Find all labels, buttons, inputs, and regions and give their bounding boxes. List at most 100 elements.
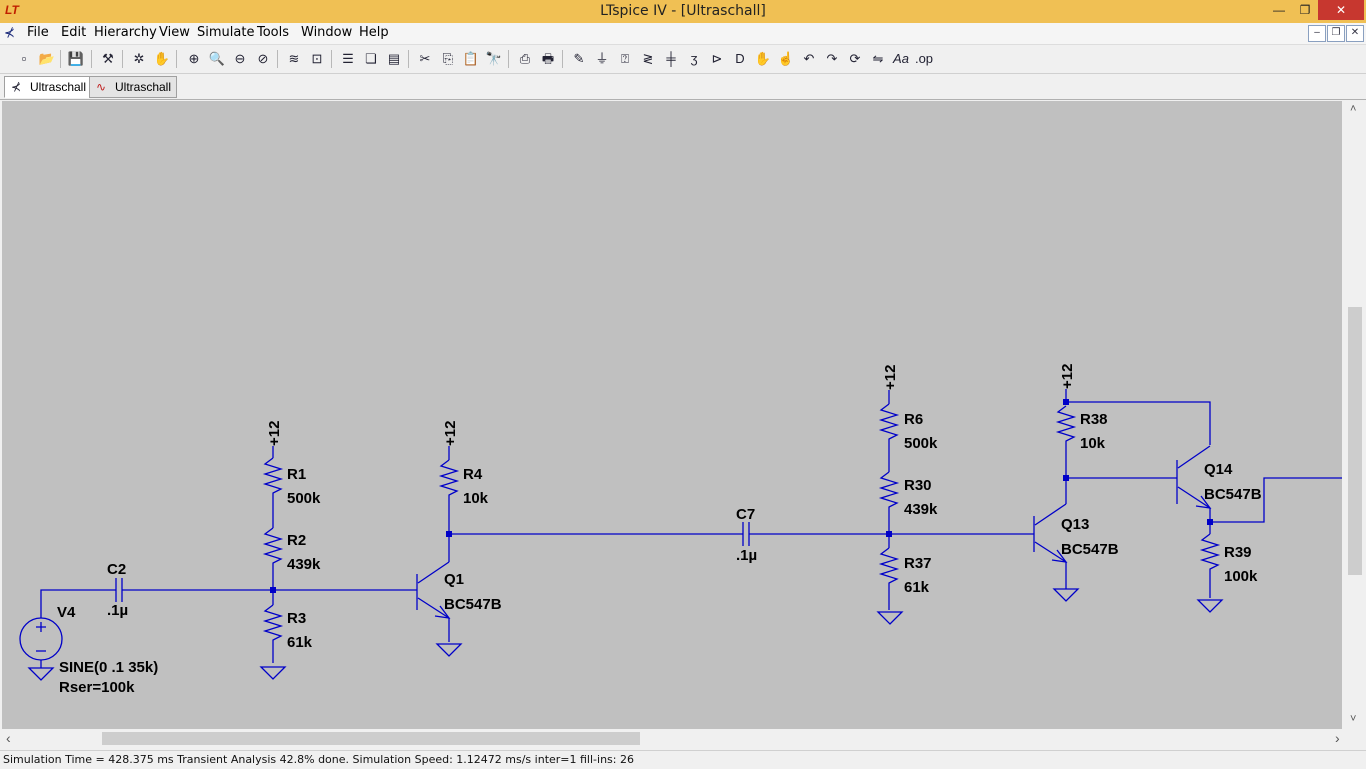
tab-schematic[interactable]: ⊀ Ultraschall (4, 76, 93, 98)
capacitor-c2 (115, 578, 123, 602)
cascade-icon[interactable]: ❏ (361, 49, 381, 69)
resistor-r1 (262, 457, 284, 528)
label-r4-name: R4 (463, 466, 483, 483)
tab-waveform[interactable]: ∿ Ultraschall (89, 76, 178, 98)
diode-icon[interactable]: ⊳ (707, 49, 727, 69)
spice-directive-icon[interactable]: .op (914, 49, 934, 69)
horizontal-scroll-thumb[interactable] (102, 732, 640, 745)
cut-icon[interactable]: ✂ (415, 49, 435, 69)
label-r3-value: 61k (287, 634, 313, 651)
tile-vertical-icon[interactable]: ▤ (384, 49, 404, 69)
save-icon[interactable]: 💾 (66, 49, 86, 69)
text-icon[interactable]: Aa (891, 49, 911, 69)
menu-edit[interactable]: Edit (61, 25, 86, 40)
menu-file[interactable]: File (27, 25, 49, 40)
junction-dot (886, 531, 892, 537)
toolbar-separator (122, 50, 123, 68)
label-net-icon[interactable]: ⍰ (615, 49, 635, 69)
zoom-area-icon[interactable]: 🔍 (207, 49, 227, 69)
zoom-fit-icon[interactable]: ⊡ (307, 49, 327, 69)
component-icon[interactable]: D (730, 49, 750, 69)
find-icon[interactable]: 🔭 (484, 49, 504, 69)
vertical-scroll-thumb[interactable] (1348, 307, 1362, 575)
label-r3-name: R3 (287, 610, 306, 627)
inductor-icon[interactable]: ʒ (684, 49, 704, 69)
ground-icon[interactable]: ⏚ (592, 49, 612, 69)
schematic-canvas[interactable]: +12 +12 +12 +12 R1 500k R2 439k R3 61k R… (2, 101, 1342, 729)
ground-symbol (1052, 588, 1080, 602)
zoom-in-icon[interactable]: ⊕ (184, 49, 204, 69)
mdi-close-button[interactable]: ✕ (1346, 25, 1364, 42)
label-q14-value: BC547B (1204, 486, 1262, 503)
junction-dot (1207, 519, 1213, 525)
zoom-cancel-icon[interactable]: ⊘ (253, 49, 273, 69)
label-r37-name: R37 (904, 555, 932, 572)
menu-tools[interactable]: Tools (257, 25, 289, 40)
schematic-icon: ⊀ (11, 80, 22, 94)
undo-icon[interactable]: ↶ (799, 49, 819, 69)
label-c2-name: C2 (107, 561, 126, 578)
label-r6-name: R6 (904, 411, 923, 428)
menu-simulate[interactable]: Simulate (197, 25, 254, 40)
schematic-drawing[interactable]: +12 +12 +12 +12 R1 500k R2 439k R3 61k R… (2, 101, 1342, 729)
menu-help[interactable]: Help (359, 25, 389, 40)
new-schematic-icon[interactable]: ▫ (14, 49, 34, 69)
label-r6-value: 500k (904, 435, 938, 452)
run-icon[interactable]: ✲ (129, 49, 149, 69)
label-r30-name: R30 (904, 477, 932, 494)
tile-horizontal-icon[interactable]: ☰ (338, 49, 358, 69)
rotate-icon[interactable]: ⟳ (845, 49, 865, 69)
move-icon[interactable]: ✋ (753, 49, 773, 69)
print-icon[interactable]: 🖶 (538, 49, 558, 69)
capacitor-c7 (742, 522, 750, 546)
control-panel-icon[interactable]: ⚒ (98, 49, 118, 69)
draw-wire-icon[interactable]: ✎ (569, 49, 589, 69)
autorange-icon[interactable]: ≋ (284, 49, 304, 69)
menu-hierarchy[interactable]: Hierarchy (94, 25, 157, 40)
scroll-left-icon[interactable]: ‹ (6, 730, 11, 746)
redo-icon[interactable]: ↷ (822, 49, 842, 69)
menu-window[interactable]: Window (301, 25, 352, 40)
drag-icon[interactable]: ☝ (776, 49, 796, 69)
label-r4-value: 10k (463, 490, 489, 507)
schematic-doc-icon[interactable]: ⊀ (4, 25, 15, 41)
scroll-down-icon[interactable]: ˅ (1350, 713, 1356, 725)
junction-dot (446, 531, 452, 537)
label-c7-value: .1µ (736, 547, 757, 564)
ground-symbol (876, 611, 904, 625)
pan-hand-icon[interactable]: ✋ (152, 49, 172, 69)
label-r38-value: 10k (1080, 435, 1106, 452)
waveform-icon: ∿ (96, 80, 107, 94)
paste-icon[interactable]: 📋 (461, 49, 481, 69)
capacitor-icon[interactable]: ╪ (661, 49, 681, 69)
resistor-icon[interactable]: ≷ (638, 49, 658, 69)
label-r39-name: R39 (1224, 544, 1252, 561)
restore-button[interactable]: ❐ (1292, 0, 1318, 20)
label-q1-name: Q1 (444, 571, 464, 588)
mdi-minimize-button[interactable]: – (1308, 25, 1326, 42)
minimize-button[interactable]: — (1266, 0, 1292, 20)
close-button[interactable]: ✕ (1318, 0, 1364, 20)
scroll-up-icon[interactable]: ˄ (1350, 103, 1356, 115)
horizontal-scrollbar[interactable]: ‹ › (2, 730, 1346, 747)
mdi-restore-button[interactable]: ❐ (1327, 25, 1345, 42)
plus-sign (36, 622, 46, 632)
ground-symbol (435, 643, 463, 657)
menu-view[interactable]: View (159, 25, 190, 40)
label-q1-value: BC547B (444, 596, 502, 613)
mirror-icon[interactable]: ⇋ (868, 49, 888, 69)
print-preview-icon[interactable]: ⎙ (515, 49, 535, 69)
copy-icon[interactable]: ⎘ (438, 49, 458, 69)
zoom-out-icon[interactable]: ⊖ (230, 49, 250, 69)
toolbar-separator (508, 50, 509, 68)
resistor-r3 (262, 604, 284, 663)
label-v4-rser: Rser=100k (59, 679, 135, 696)
label-r1-name: R1 (287, 466, 306, 483)
ground-symbol (1196, 599, 1224, 613)
document-tabs: ⊀ Ultraschall ∿ Ultraschall (0, 74, 1366, 100)
vertical-scrollbar[interactable]: ˄ ˅ (1346, 101, 1364, 729)
toolbar-separator (60, 50, 61, 68)
open-icon[interactable]: 📂 (37, 49, 57, 69)
scroll-right-icon[interactable]: › (1335, 730, 1340, 746)
label-q14-name: Q14 (1204, 461, 1233, 478)
